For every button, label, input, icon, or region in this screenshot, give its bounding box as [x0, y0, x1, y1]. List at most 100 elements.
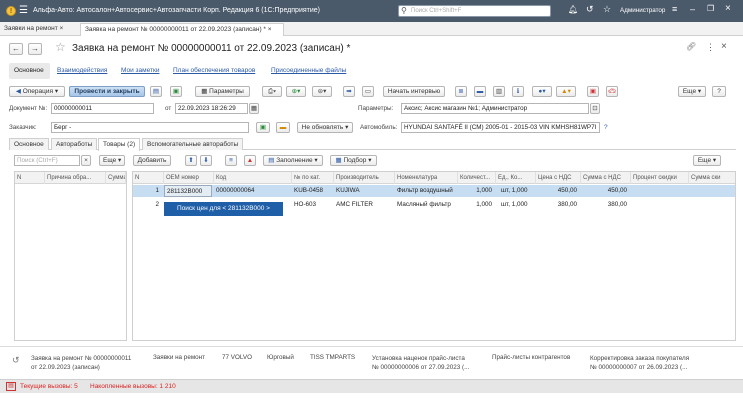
related-item[interactable]: Юрговый [267, 354, 294, 361]
close-icon[interactable]: × [725, 3, 731, 14]
price-cell[interactable]: 380,00 [536, 199, 579, 211]
notifications-bell-icon[interactable]: 🔔︎ [568, 5, 578, 14]
customer-card-icon[interactable]: ▣ [256, 122, 270, 133]
col-header-unit[interactable]: Ед., Ко... [496, 172, 536, 184]
main-menu-icon[interactable]: ☰ [19, 5, 28, 16]
catalog-no-cell[interactable]: НО-603 [292, 199, 332, 211]
params-field[interactable]: Аксис; Аксис магазин №1; Администратор [401, 103, 589, 114]
tab-repair-request-current[interactable]: Заявка на ремонт № 00000000011 от 22.09.… [80, 23, 284, 36]
user-name[interactable]: Администратор [620, 7, 665, 14]
col-header-nomenclature[interactable]: Номенклатура [395, 172, 458, 184]
col-header-n[interactable]: N [133, 172, 164, 184]
form-tab-aux-autoworks[interactable]: Вспомогательные автоработы [142, 138, 244, 150]
car-help-link[interactable]: ? [604, 124, 608, 131]
forward-arrow-icon[interactable]: ➡ [343, 86, 355, 97]
sort-icon[interactable]: ≡ [225, 155, 237, 166]
sum-cell[interactable]: 380,00 [581, 199, 629, 211]
col-header-sum[interactable]: Сумма с НДС [581, 172, 631, 184]
post-and-close-button[interactable]: Провести и закрыть [69, 86, 145, 97]
fill-button[interactable]: ▤ Заполнение ▾ [263, 155, 323, 166]
col-header-manufacturer[interactable]: Производитель [334, 172, 395, 184]
nav-link-interactions[interactable]: Взаимодействия [57, 67, 107, 74]
price-cell[interactable]: 450,00 [536, 185, 579, 197]
performance-icon[interactable]: ▤ [6, 382, 16, 391]
close-tab-icon[interactable]: × [268, 26, 272, 33]
start-interview-button[interactable]: Начать интервью [383, 86, 445, 97]
unit-cell[interactable]: шт, 1,000 [499, 199, 536, 211]
settings-icon[interactable]: ≡ [672, 4, 677, 14]
save-icon[interactable]: ▤ [150, 86, 162, 97]
global-search-input[interactable]: ⚲ Поиск Ctrl+Shift+F [398, 5, 551, 17]
tab-repair-requests[interactable]: Заявки на ремонт × [0, 23, 80, 36]
add-button[interactable]: Добавить [133, 155, 171, 166]
help-button[interactable]: ? [712, 86, 726, 97]
col-header-discount-sum[interactable]: Сумма ски [689, 172, 735, 184]
related-item[interactable]: Заявка на ремонт № 00000000011 от 22.09.2… [31, 354, 131, 372]
tasks-menu-icon[interactable]: ▲▾ [556, 86, 576, 97]
close-form-icon[interactable]: × [721, 41, 727, 52]
related-item[interactable]: TISS TMPARTS [310, 354, 355, 361]
col-header-oem[interactable]: ОЕМ номер [164, 172, 214, 184]
history-icon[interactable]: ↺ [586, 4, 594, 15]
form-tab-goods[interactable]: Товары (2) [98, 138, 141, 151]
minimize-icon[interactable]: – [690, 4, 695, 14]
open-params-icon[interactable]: ⊡ [590, 103, 600, 114]
price-search-tooltip[interactable]: Поиск цен для < 281132В000 > [164, 202, 283, 216]
post-icon[interactable]: ▣ [170, 86, 182, 97]
related-item[interactable]: Установка наценок прайс-листа № 000000000… [372, 354, 469, 372]
create-based-icon[interactable]: ⊕▾ [286, 86, 306, 97]
more-menu-icon[interactable]: ⋮ [706, 42, 715, 53]
move-down-icon[interactable]: ⬇ [200, 155, 212, 166]
favorite-star-icon[interactable]: ☆ [55, 40, 66, 54]
warehouse-icon[interactable]: ▲ [244, 155, 256, 166]
unit-cell[interactable]: шт, 1,000 [499, 185, 536, 197]
col-header-quantity[interactable]: Количест... [458, 172, 496, 184]
info-icon[interactable]: ℹ [512, 86, 524, 97]
nav-link-files[interactable]: Присоединенные файлы [271, 67, 346, 74]
move-up-icon[interactable]: ⬆ [185, 155, 197, 166]
document-icon[interactable]: ▭ [362, 86, 374, 97]
doc-number-field[interactable]: 00000000011 [51, 103, 154, 114]
nav-link-notes[interactable]: Мои заметки [121, 67, 159, 74]
quantity-cell[interactable]: 1,000 [458, 185, 494, 197]
col-header-reason[interactable]: Причина обра... [45, 172, 106, 184]
related-item[interactable]: Корректировка заказа покупателя № 0000000… [590, 354, 689, 372]
history-icon[interactable]: ↺ [12, 355, 20, 366]
back-button[interactable]: ← [9, 43, 23, 55]
col-header-sum[interactable]: Сумма [106, 172, 126, 184]
sum-cell[interactable]: 450,00 [581, 185, 629, 197]
customer-field[interactable]: Берг - [51, 122, 249, 133]
left-more-button[interactable]: Еще ▾ [99, 155, 125, 166]
parameters-button[interactable]: ▦ Параметры [195, 86, 250, 97]
nav-link-supply-plan[interactable]: План обеспечения товаров [173, 67, 255, 74]
more-button[interactable]: Еще ▾ [678, 86, 706, 97]
quantity-cell[interactable]: 1,000 [458, 199, 494, 211]
update-mode-select[interactable]: Не обновлять ▾ [297, 122, 353, 133]
calendar-icon[interactable]: ▥ [493, 86, 505, 97]
goods-more-button[interactable]: Еще ▾ [693, 155, 721, 166]
operation-menu-button[interactable]: ◀ Операция ▾ [9, 86, 65, 97]
clear-search-button[interactable]: × [81, 155, 91, 166]
link-icon[interactable]: 🔗︎ [686, 42, 696, 51]
col-header-catalog-no[interactable]: № по кат. [292, 172, 334, 184]
customer-folder-icon[interactable]: ▬ [276, 122, 290, 133]
reports-icon[interactable]: ⊜▾ [312, 86, 332, 97]
oem-cell[interactable]: 281132В000 [164, 185, 212, 197]
forward-button[interactable]: → [28, 43, 42, 55]
print-icon[interactable]: ⎙▾ [262, 86, 282, 97]
nav-main-tab[interactable]: Основное [9, 63, 50, 79]
col-header-discount-percent[interactable]: Процент скидки [631, 172, 689, 184]
pick-button[interactable]: ▦ Подбор ▾ [330, 155, 377, 166]
car-field[interactable]: HYUNDAI SANTAFÉ II (CM) 2005-01 - 2015-0… [401, 122, 600, 133]
left-search-input[interactable]: Поиск (Ctrl+F) [14, 155, 80, 166]
color-icon[interactable]: ▣ [587, 86, 599, 97]
catalog-no-cell[interactable]: KUB-0458 [292, 185, 332, 197]
col-header-price[interactable]: Цена с НДС [536, 172, 581, 184]
nomenclature-cell[interactable]: Фильтр воздушный [395, 185, 458, 197]
status-menu-icon[interactable]: ●▾ [532, 86, 552, 97]
close-tab-icon[interactable]: × [60, 25, 64, 32]
form-tab-main[interactable]: Основное [9, 138, 49, 150]
table-row[interactable]: 1 281132В000 00000000064 KUB-0458 KUJIWA… [133, 185, 735, 197]
car-icon[interactable]: 🚗︎ [606, 86, 618, 97]
form-tab-autoworks[interactable]: Автоработы [51, 138, 98, 150]
